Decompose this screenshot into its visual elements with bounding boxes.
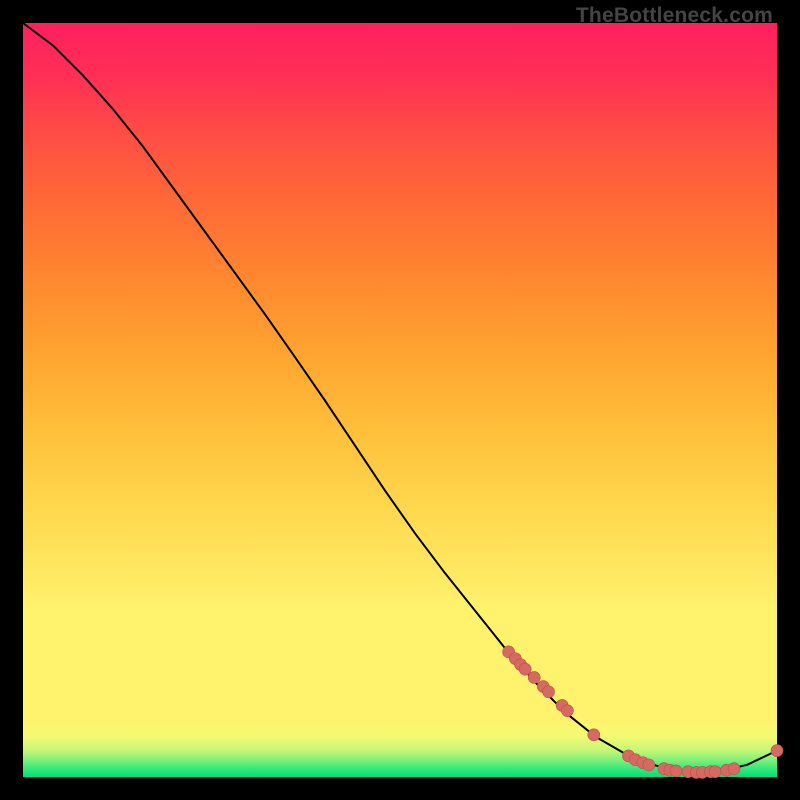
bottleneck-curve bbox=[23, 23, 777, 772]
data-point bbox=[528, 671, 540, 683]
data-point bbox=[543, 686, 555, 698]
plot-area bbox=[23, 23, 777, 777]
data-point bbox=[643, 759, 655, 771]
data-point bbox=[771, 745, 783, 757]
chart-stage: TheBottleneck.com bbox=[0, 0, 800, 800]
data-point bbox=[561, 705, 573, 717]
data-point bbox=[519, 663, 531, 675]
plot-svg bbox=[23, 23, 777, 777]
data-point bbox=[728, 763, 740, 775]
data-point bbox=[670, 765, 682, 777]
data-point bbox=[588, 729, 600, 741]
data-points bbox=[503, 646, 783, 779]
data-point bbox=[709, 766, 721, 778]
